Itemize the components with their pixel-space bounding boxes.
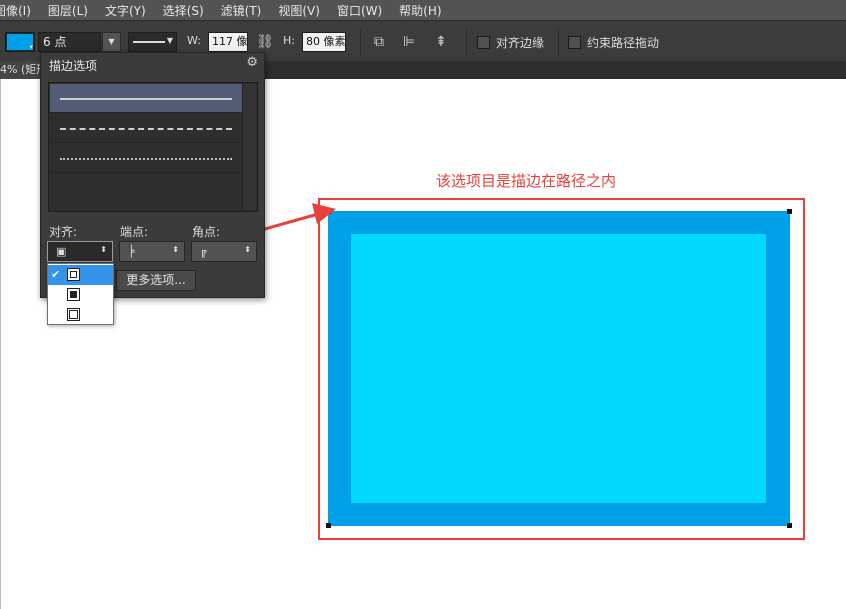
- align-label: 对齐:: [49, 225, 78, 239]
- dashed-line-icon: [60, 128, 232, 130]
- menu-window[interactable]: 窗口(W): [337, 2, 382, 19]
- align-inside-icon: ▣: [56, 245, 67, 258]
- align-option-inside[interactable]: ✔: [48, 265, 113, 285]
- align-option-center[interactable]: [48, 285, 113, 305]
- annotation-text: 该选项目是描边在路径之内: [436, 172, 617, 190]
- stroke-style-dotted[interactable]: [50, 144, 242, 173]
- stroke-style-dashed[interactable]: [50, 114, 242, 143]
- link-icon[interactable]: ⛓: [254, 31, 276, 53]
- solid-line-icon: [60, 98, 232, 100]
- anchor-handle[interactable]: [787, 209, 792, 214]
- caps-label: 端点:: [120, 225, 149, 239]
- checkbox-box[interactable]: [477, 36, 490, 49]
- chevron-down-icon: ▾: [29, 43, 33, 51]
- stroke-style-solid[interactable]: [50, 84, 242, 113]
- width-input[interactable]: 117 像素: [208, 32, 248, 52]
- menu-filter[interactable]: 滤镜(T): [221, 2, 262, 19]
- stroke-style-list: [48, 82, 258, 212]
- menu-layer[interactable]: 图层(L): [48, 2, 88, 19]
- dotted-line-icon: [60, 158, 232, 160]
- corner-style-icon: ╔: [200, 245, 207, 258]
- divider: [558, 29, 559, 55]
- gear-icon[interactable]: ⚙: [246, 55, 258, 70]
- menu-view[interactable]: 视图(V): [278, 2, 320, 19]
- align-dropdown[interactable]: ▣ ⬍: [47, 241, 113, 262]
- cap-style-icon: ╞: [128, 245, 135, 258]
- panel-title: 描边选项: [49, 59, 98, 73]
- document-tab[interactable]: 4% (矩形: [0, 61, 40, 79]
- caps-dropdown[interactable]: ╞ ⬍: [119, 241, 185, 262]
- height-input[interactable]: 80 像素: [302, 32, 346, 52]
- align-option-outside[interactable]: [48, 305, 113, 325]
- check-icon: ✔: [51, 268, 61, 281]
- align-inside-icon: [67, 268, 80, 281]
- rectangle-fill: [351, 234, 766, 503]
- align-edges-checkbox[interactable]: 对齐边缘: [477, 34, 544, 51]
- menu-select[interactable]: 选择(S): [163, 2, 204, 19]
- canvas-edge: [0, 79, 1, 609]
- divider: [360, 29, 361, 55]
- chevron-down-icon: ▼: [166, 36, 173, 45]
- menu-image[interactable]: 图像(I): [0, 2, 31, 19]
- scrollbar[interactable]: [242, 84, 256, 210]
- stroke-width-input[interactable]: 6 点: [38, 32, 101, 52]
- anchor-handle[interactable]: [787, 523, 792, 528]
- stroke-options-panel: 描边选项 ⚙ 对齐: 端点: 角点: ▣ ⬍ ╞ ⬍ ╔ ⬍ 更多选项...: [40, 52, 265, 298]
- updown-arrow-icon: ⬍: [172, 245, 179, 254]
- path-arrangement-icon[interactable]: ⇞: [430, 31, 452, 53]
- menu-help[interactable]: 帮助(H): [399, 2, 441, 19]
- path-alignment-icon[interactable]: ⊫: [398, 31, 420, 53]
- solid-line-sample-icon: [133, 41, 165, 43]
- stroke-color-swatch[interactable]: ▾: [5, 32, 35, 52]
- constrain-path-checkbox[interactable]: 约束路径拖动: [568, 34, 659, 51]
- anchor-handle[interactable]: [326, 523, 331, 528]
- more-options-button[interactable]: 更多选项...: [116, 270, 196, 291]
- anchor-handle[interactable]: [326, 209, 331, 214]
- updown-arrow-icon: ⬍: [244, 245, 251, 254]
- divider: [466, 29, 467, 55]
- align-edges-label: 对齐边缘: [496, 36, 545, 50]
- menu-bar: 图像(I) 图层(L) 文字(Y) 选择(S) 滤镜(T) 视图(V) 窗口(W…: [0, 0, 846, 20]
- height-label: H:: [283, 34, 295, 47]
- updown-arrow-icon: ⬍: [100, 245, 107, 254]
- width-label: W:: [187, 34, 201, 47]
- align-options-popup: ✔: [47, 263, 114, 325]
- stroke-type-dropdown[interactable]: ▼: [128, 32, 177, 52]
- corners-dropdown[interactable]: ╔ ⬍: [191, 241, 257, 262]
- stroke-width-dropdown[interactable]: ▼: [102, 32, 121, 52]
- corners-label: 角点:: [192, 225, 221, 239]
- align-center-icon: [67, 288, 80, 301]
- menu-type[interactable]: 文字(Y): [105, 2, 146, 19]
- checkbox-box[interactable]: [568, 36, 581, 49]
- constrain-path-label: 约束路径拖动: [587, 36, 660, 50]
- align-outside-icon: [67, 308, 80, 321]
- path-operations-icon[interactable]: ⧉: [368, 31, 390, 53]
